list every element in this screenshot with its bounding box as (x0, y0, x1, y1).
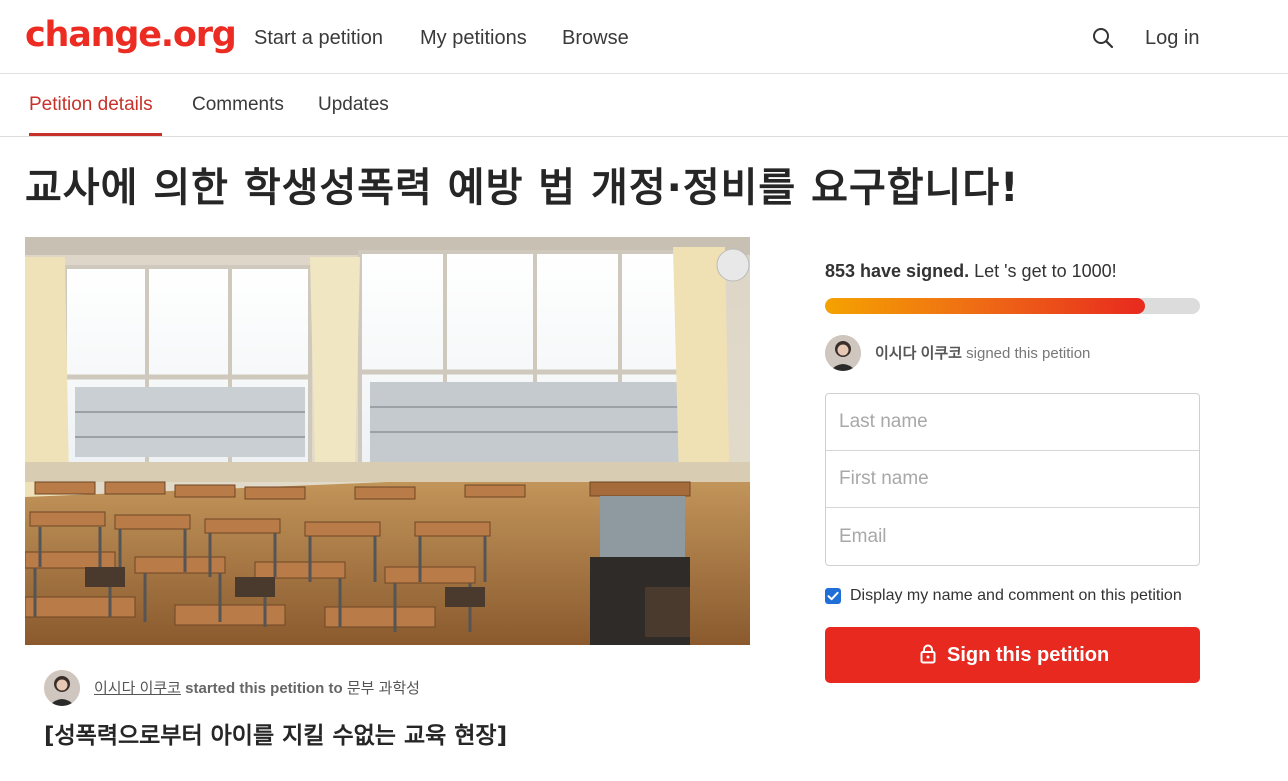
tab-comments[interactable]: Comments (192, 93, 284, 117)
nav-start-petition[interactable]: Start a petition (254, 25, 383, 51)
sign-button-label: Sign this petition (947, 644, 1110, 666)
petition-recipient: 문부 과학성 (346, 680, 420, 697)
sign-petition-button[interactable]: Sign this petition (825, 627, 1200, 683)
classroom-photo (25, 237, 750, 645)
petition-image (25, 237, 750, 645)
petition-tabs: Petition details Comments Updates (0, 74, 1288, 137)
recent-signer-avatar (825, 335, 861, 371)
nav-browse[interactable]: Browse (562, 25, 629, 51)
checkmark-icon (827, 591, 839, 601)
person-icon (825, 335, 861, 371)
tab-updates[interactable]: Updates (318, 93, 389, 117)
login-link[interactable]: Log in (1145, 25, 1200, 51)
top-navigation: change.org Start a petition My petitions… (0, 0, 1288, 74)
petition-starter: 이시다 이쿠코 started this petition to 문부 과학성 (44, 670, 744, 706)
signature-count: 853 have signed. Let 's get to 1000! (825, 259, 1117, 283)
signature-progress-bar (825, 298, 1200, 314)
person-icon (44, 670, 80, 706)
display-name-option: Display my name and comment on this peti… (825, 586, 1205, 606)
petition-title: 교사에 의한 학생성폭력 예방 법 개정·정비를 요구합니다! (25, 165, 1020, 211)
lock-icon (920, 644, 936, 664)
signature-progress-fill (825, 298, 1145, 314)
recent-signer-line: 이시다 이쿠코 signed this petition (875, 344, 1090, 364)
display-name-checkbox[interactable] (825, 588, 841, 604)
recent-signer-action: signed this petition (966, 345, 1091, 362)
starter-line: 이시다 이쿠코 started this petition to 문부 과학성 (94, 679, 420, 699)
email-field[interactable] (826, 508, 1199, 565)
change-org-logo[interactable]: change.org (25, 12, 237, 58)
goal-text: Let 's get to 1000! (974, 261, 1117, 281)
last-name-field[interactable] (826, 394, 1199, 451)
tab-petition-details[interactable]: Petition details (29, 93, 153, 117)
sign-form (825, 393, 1200, 566)
petition-subheading: [성폭력으로부터 아이를 지킬 수없는 교육 현장] (44, 723, 508, 749)
starter-name-link[interactable]: 이시다 이쿠코 (94, 680, 181, 697)
first-name-field[interactable] (826, 451, 1199, 508)
recent-signer-name: 이시다 이쿠코 (875, 345, 962, 362)
starter-avatar[interactable] (44, 670, 80, 706)
recent-signer: 이시다 이쿠코 signed this petition (825, 335, 1205, 371)
active-tab-indicator (29, 133, 162, 136)
nav-my-petitions[interactable]: My petitions (420, 25, 527, 51)
signed-count: 853 have signed. (825, 261, 970, 281)
display-name-label[interactable]: Display my name and comment on this peti… (850, 586, 1182, 606)
starter-action: started this petition to (185, 680, 343, 697)
search-icon[interactable] (1091, 26, 1115, 50)
